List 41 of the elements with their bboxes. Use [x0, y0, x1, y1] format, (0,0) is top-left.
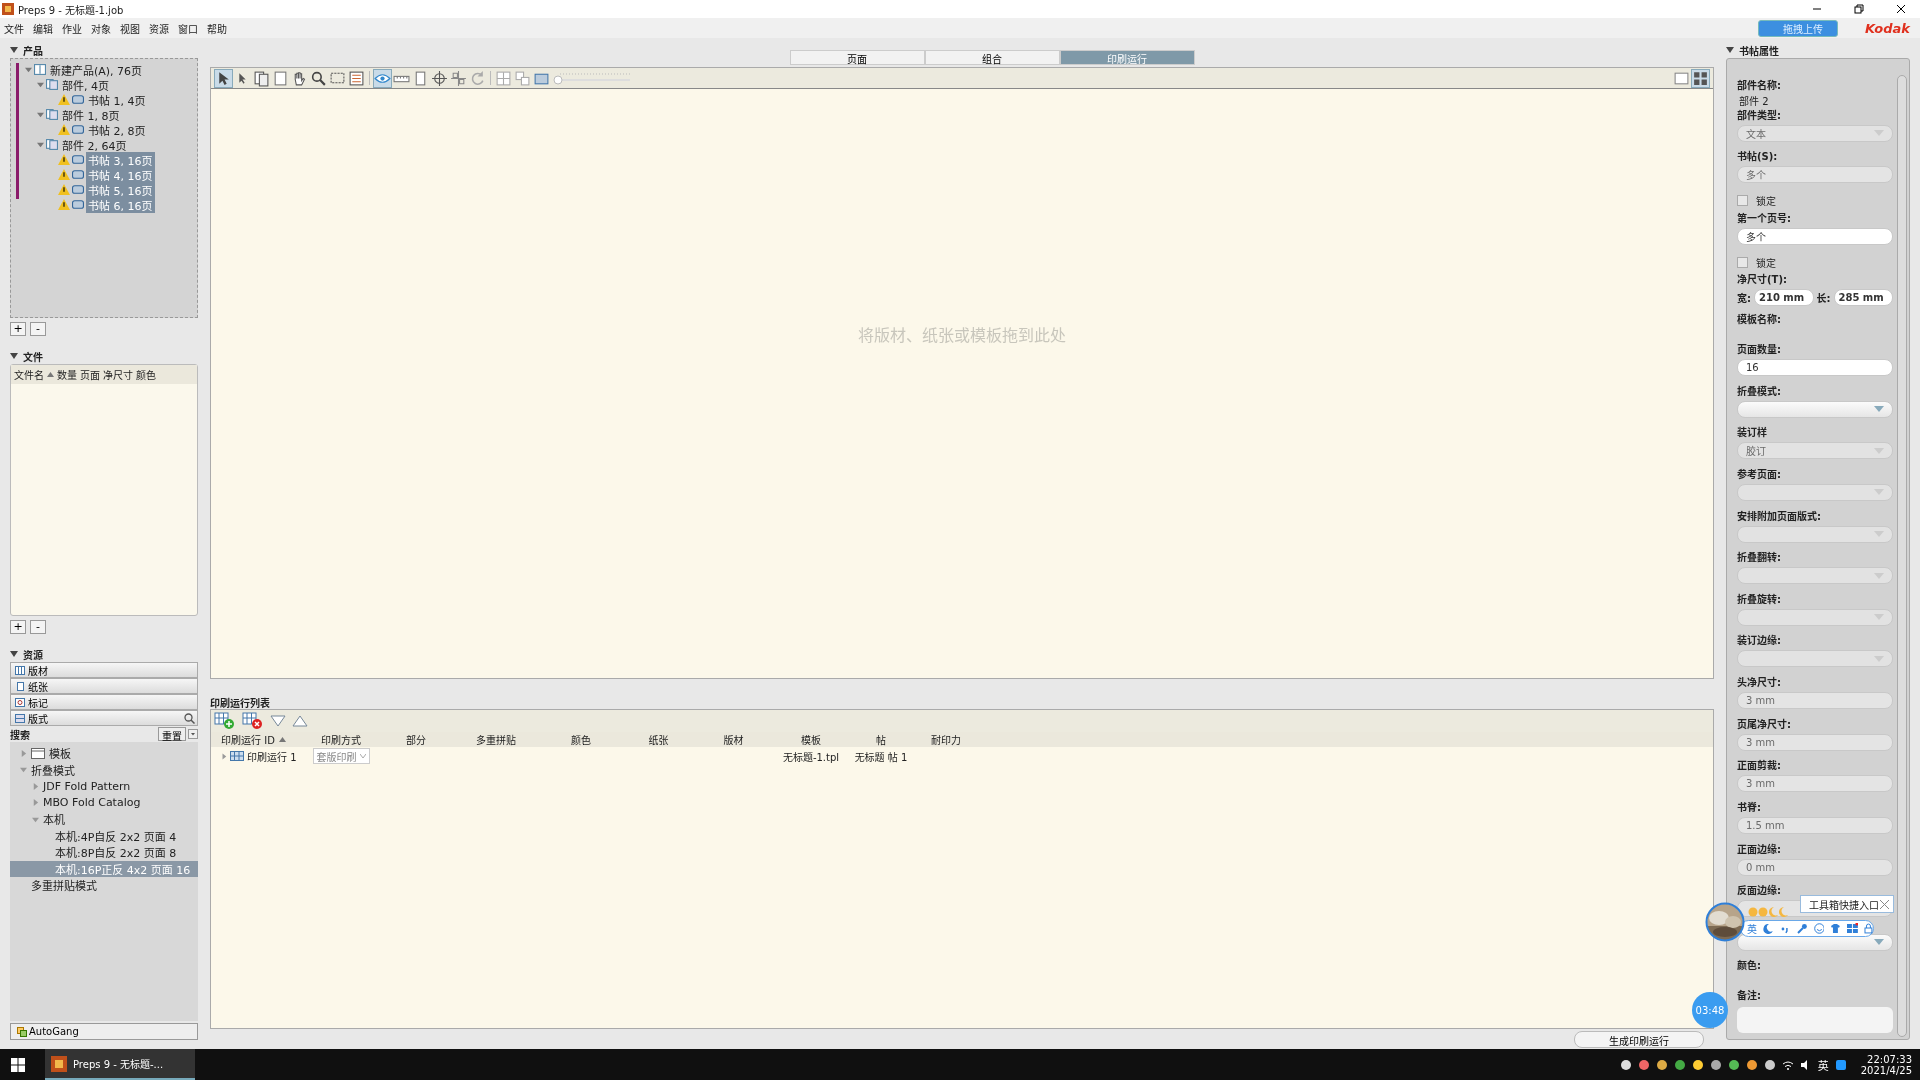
field-label: 正面剪裁:: [1737, 759, 1782, 774]
field-label: 参考页面:: [1737, 467, 1782, 482]
field-label: 反面边缘:: [1737, 884, 1782, 899]
field-label: 安排附加页面版式:: [1737, 509, 1822, 524]
field-label: 长:: [1816, 291, 1831, 305]
clock-time: 22:07:33: [1867, 1053, 1912, 1065]
table-cell-text: 印刷运行 1: [247, 750, 297, 764]
checkbox-label: 锁定: [1756, 195, 1776, 209]
checkbox-label: 锁定: [1756, 256, 1776, 270]
panel-title: 文件: [23, 350, 43, 364]
field-label: 装订样: [1737, 426, 1768, 441]
field-label: 模板名称:: [1737, 313, 1782, 328]
field-label: 部件名称:: [1737, 79, 1782, 93]
field-label: 折叠模式:: [1737, 384, 1782, 399]
field-label: 书脊:: [1737, 800, 1762, 815]
field-label: 页面数量:: [1737, 343, 1782, 357]
field-label: 净尺寸(T):: [1737, 272, 1788, 287]
tooltip-text: 工具箱快捷入口: [1809, 898, 1879, 912]
panel-title: 书帖属性: [1739, 44, 1779, 58]
panel-title: 产品: [23, 44, 43, 58]
clock-date: 2021/4/25: [1860, 1064, 1912, 1076]
table-cell-text: 无标题-1.tpl: [782, 750, 840, 764]
field-label: 装订边缘:: [1737, 634, 1782, 649]
window-title: Preps 9 - 无标题-1.job: [18, 3, 124, 17]
field-value: 部件 2: [1738, 95, 1770, 107]
table-cell-text: 无标题 帖 1: [854, 750, 908, 764]
field-label: 颜色:: [1737, 959, 1762, 974]
field-label: 宽:: [1737, 291, 1751, 305]
field-label: 头净尺寸:: [1737, 676, 1782, 690]
field-label: 部件类型:: [1737, 108, 1782, 123]
panel-title: 资源: [23, 648, 43, 662]
field-label: 第一个页号:: [1737, 211, 1792, 226]
field-label: 折叠旋转:: [1737, 592, 1782, 607]
logo: Kodak: [1864, 20, 1910, 36]
field-label: 正面边缘:: [1737, 842, 1782, 857]
field-label: 折叠翻转:: [1737, 551, 1782, 566]
field-label: 页尾净尺寸:: [1737, 717, 1792, 732]
section-title: 印刷运行列表: [210, 696, 271, 709]
field-label: 备注:: [1737, 989, 1762, 1003]
search-label: 搜索: [10, 728, 30, 742]
field-label: 书帖(S):: [1737, 150, 1779, 165]
